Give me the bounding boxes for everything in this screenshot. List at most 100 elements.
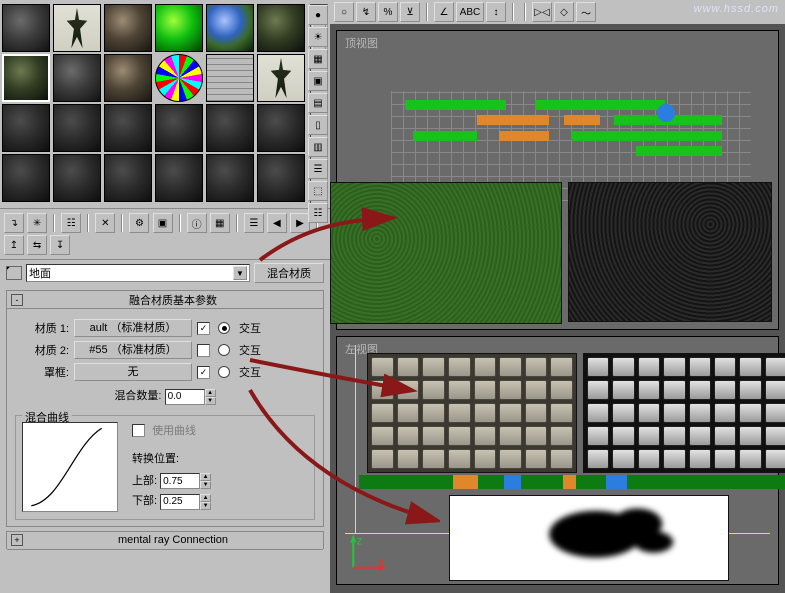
mix-amount-input[interactable] [165, 389, 205, 405]
svg-text:x: x [379, 557, 385, 569]
go-child-button[interactable]: ↧ [50, 235, 70, 255]
spinner-up[interactable]: ▲ [205, 389, 216, 397]
mask-enable-checkbox[interactable]: ✓ [197, 366, 210, 379]
angle-snap-icon[interactable]: ∠ [434, 2, 454, 22]
sample-material-icon[interactable]: ☷ [308, 203, 328, 223]
mat1-interactive-radio[interactable] [218, 322, 230, 334]
material-swatch[interactable] [155, 54, 203, 102]
rollout-header[interactable]: - 融合材质基本参数 [7, 291, 323, 309]
spinner-down[interactable]: ▼ [200, 502, 211, 510]
sample-uv-icon[interactable]: ▤ [308, 93, 328, 113]
sample-options-icon[interactable]: ☰ [308, 159, 328, 179]
eraser-icon[interactable]: ◇ [554, 2, 574, 22]
material-swatch[interactable] [257, 54, 305, 102]
delete-button[interactable]: ✕ [95, 213, 115, 233]
spinner-up[interactable]: ▲ [200, 473, 211, 481]
material-type-button[interactable]: 混合材质 [254, 263, 324, 283]
sample-sphere-icon[interactable]: ● [308, 5, 328, 25]
mix-curve-group: 混合曲线 使用曲线 转换位置: 上部: ▲▼ 下部: ▲▼ [15, 415, 315, 520]
material-swatch-selected[interactable] [2, 54, 50, 102]
viewport-side[interactable]: 左视图 z x [336, 336, 779, 585]
material-toolbar: ↴ ✳ ☷ ✕ ⚙ ▣ ⓘ ▦ ☰ ◀ ▶ ↥ ⇆ ↧ [0, 208, 330, 260]
material-swatch[interactable] [257, 104, 305, 152]
material-swatch[interactable] [104, 154, 152, 202]
mat2-slot-button[interactable]: #55 （标准材质） [74, 341, 192, 359]
material-swatch[interactable] [155, 104, 203, 152]
material-swatch[interactable] [104, 54, 152, 102]
percent-snap-icon[interactable]: % [378, 2, 398, 22]
collapse-icon[interactable]: - [11, 294, 23, 306]
magnet-snap-icon[interactable]: ⊻ [400, 2, 420, 22]
material-swatch[interactable] [53, 4, 101, 52]
material-effect-button[interactable]: ⓘ [187, 213, 207, 233]
abc-snap-icon[interactable]: ABC [456, 2, 484, 22]
preview-mask [449, 495, 729, 581]
material-name-combo[interactable]: 地面 ▼ [26, 264, 250, 282]
material-name-value: 地面 [29, 265, 51, 281]
material-swatch[interactable] [2, 104, 50, 152]
go-sibling-button[interactable]: ⇆ [27, 235, 47, 255]
upper-input[interactable] [160, 473, 200, 489]
material-swatch[interactable] [155, 154, 203, 202]
material-swatch[interactable] [104, 4, 152, 52]
material-swatch[interactable] [53, 54, 101, 102]
material-swatch[interactable] [206, 54, 254, 102]
nav-prev-button[interactable]: ◀ [267, 213, 287, 233]
sample-cyl-icon[interactable]: ▯ [308, 115, 328, 135]
mask-interactive-radio[interactable] [218, 366, 230, 378]
mirror-icon[interactable]: ▷◁ [532, 2, 552, 22]
viewport-toolbar: ○ ↯ % ⊻ ∠ ABC ↕ ▷◁ ◇ 〜 www.hssd.com [330, 0, 785, 24]
nav-next-button[interactable]: ▶ [290, 213, 310, 233]
material-swatch[interactable] [104, 104, 152, 152]
spinner-down[interactable]: ▼ [205, 397, 216, 405]
preview-cobble-bw [583, 353, 785, 473]
sample-checker-icon[interactable]: ▦ [308, 49, 328, 69]
mat2-label: 材质 2: [15, 342, 69, 358]
select-tool-icon[interactable]: ○ [334, 2, 354, 22]
material-swatch[interactable] [53, 154, 101, 202]
put-library-button[interactable]: ▣ [153, 213, 173, 233]
rollout-header[interactable]: + mental ray Connection [7, 532, 323, 550]
show-map-button[interactable]: ▦ [210, 213, 230, 233]
mat1-slot-button[interactable]: ault （标准材质） [74, 319, 192, 337]
rollout-blend-params: - 融合材质基本参数 材质 1: ault （标准材质） ✓ 交互 材质 2: … [6, 290, 324, 527]
material-swatch[interactable] [2, 4, 50, 52]
stroke-icon[interactable]: 〜 [576, 2, 596, 22]
spinner-snap-icon[interactable]: ↕ [486, 2, 506, 22]
material-swatch[interactable] [2, 154, 50, 202]
mat2-enable-checkbox[interactable] [197, 344, 210, 357]
sample-video-icon[interactable]: ▥ [308, 137, 328, 157]
watermark-text: www.hssd.com [694, 3, 779, 15]
material-swatch-area [0, 0, 330, 206]
put-scene-button[interactable]: ☷ [61, 213, 81, 233]
spinner-down[interactable]: ▼ [200, 481, 211, 489]
material-swatch[interactable] [206, 4, 254, 52]
sample-backlight-icon[interactable]: ☀ [308, 27, 328, 47]
show-end-button[interactable]: ☰ [244, 213, 264, 233]
use-curve-checkbox[interactable] [132, 424, 145, 437]
mask-slot-button[interactable]: 无 [74, 363, 192, 381]
spinner-up[interactable]: ▲ [200, 494, 211, 502]
lower-input[interactable] [160, 494, 200, 510]
material-swatch[interactable] [206, 104, 254, 152]
go-parent-button[interactable]: ↥ [4, 235, 24, 255]
sample-select-icon[interactable]: ⬚ [308, 181, 328, 201]
interactive-label: 交互 [239, 342, 315, 358]
material-swatch[interactable] [257, 4, 305, 52]
material-swatch[interactable] [206, 154, 254, 202]
assign-material-button[interactable]: ✳ [27, 213, 47, 233]
mat2-interactive-radio[interactable] [218, 344, 230, 356]
mix-amount-label: 混合数量: [114, 390, 161, 402]
pick-material-icon[interactable] [6, 266, 22, 280]
get-material-button[interactable]: ↴ [4, 213, 24, 233]
chevron-down-icon[interactable]: ▼ [233, 266, 247, 280]
material-swatch[interactable] [53, 104, 101, 152]
link-tool-icon[interactable]: ↯ [356, 2, 376, 22]
sample-cube-icon[interactable]: ▣ [308, 71, 328, 91]
material-swatch[interactable] [155, 4, 203, 52]
mat1-enable-checkbox[interactable]: ✓ [197, 322, 210, 335]
material-swatch[interactable] [257, 154, 305, 202]
make-unique-button[interactable]: ⚙ [129, 213, 149, 233]
expand-icon[interactable]: + [11, 534, 23, 546]
scene-strip [359, 475, 785, 489]
